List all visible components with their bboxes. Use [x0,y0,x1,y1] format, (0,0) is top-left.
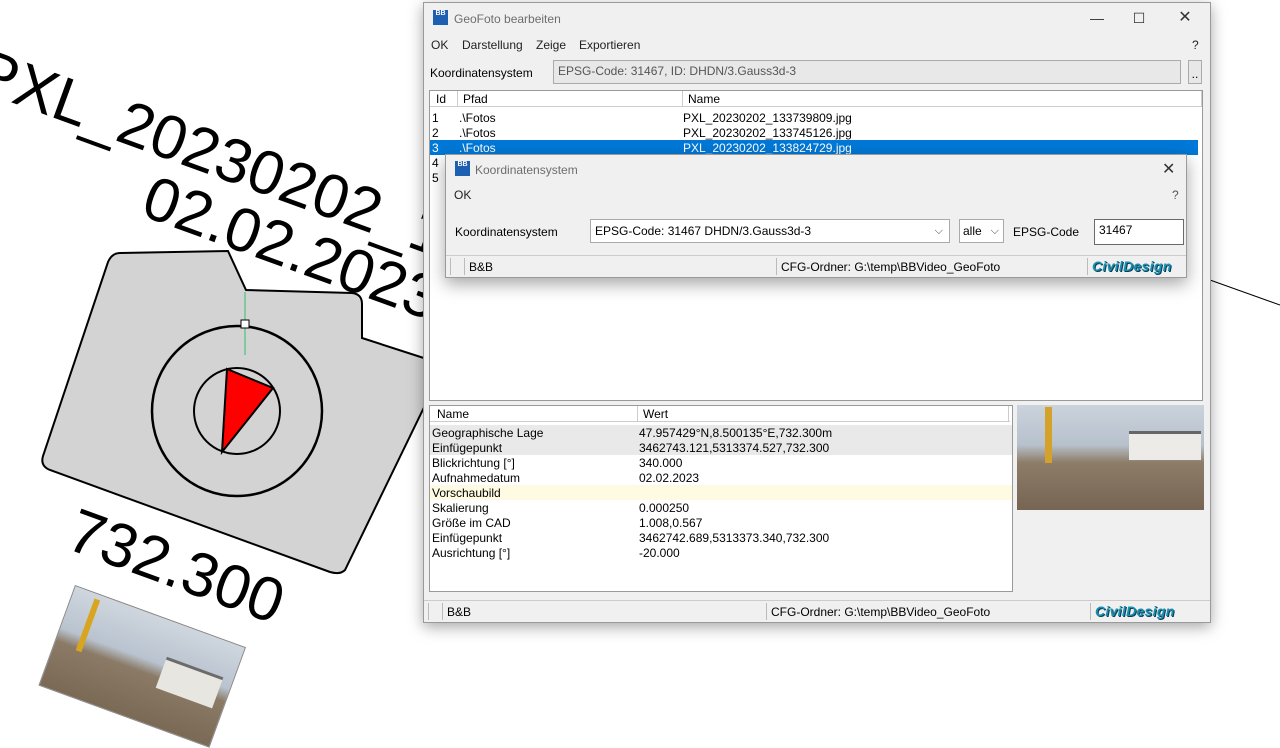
koordinatensystem-label: Koordinatensystem [430,66,533,80]
row-pfad: .\Fotos [459,111,496,125]
menu-exportieren[interactable]: Exportieren [579,38,640,52]
photo-preview-image [1017,405,1204,510]
building-shape [155,656,224,709]
property-name: Einfügepunkt [432,531,503,545]
row-pfad: .\Fotos [459,126,496,140]
dialog-close-button[interactable]: ✕ [1162,159,1175,179]
property-name: Ausrichtung [°] [432,546,511,560]
column-header-pfad[interactable]: Pfad [463,92,488,106]
epsg-code-label: EPSG-Code [1013,225,1080,239]
dialog-status-bar: B&B CFG-Ordner: G:\temp\BBVideo_GeoFoto … [446,255,1186,277]
property-row[interactable]: Blickrichtung [°] 340.000 [430,455,1012,470]
status-bar: B&B CFG-Ordner: G:\temp\BBVideo_GeoFoto … [424,600,1210,622]
file-list-row-selected[interactable]: 3 .\Fotos PXL_20230202_133824729.jpg [430,140,1198,155]
chevron-down-icon: ⌵ [990,225,999,237]
row-name: PXL_20230202_133824729.jpg [683,141,852,155]
property-row[interactable]: Einfügepunkt 3462743.121,5313374.527,732… [430,440,1012,455]
dialog-title: Koordinatensystem [475,163,578,177]
title-bar[interactable]: BB GeoFoto bearbeiten — ☐ ✕ [424,3,1210,33]
filter-value: alle [963,224,982,238]
building-shape [1129,431,1201,460]
property-name: Geographische Lage [432,426,544,440]
property-row[interactable]: Aufnahmedatum 02.02.2023 [430,470,1012,485]
property-grid[interactable]: Name Wert Geographische Lage 47.957429°N… [429,405,1013,592]
app-icon: BB [433,10,448,25]
civildesign-logo: CivilDesign [1095,603,1175,619]
column-header-name[interactable]: Name [688,92,720,106]
civildesign-logo: CivilDesign [1092,258,1172,274]
property-name: Einfügepunkt [432,441,503,455]
status-company: B&B [469,260,494,274]
property-name: Vorschaubild [432,486,501,500]
property-row[interactable]: Einfügepunkt 3462742.689,5313373.340,732… [430,530,1012,545]
row-id: 3 [432,141,439,155]
crane-shape [1045,407,1052,463]
column-header-name[interactable]: Name [437,407,469,421]
property-name: Aufnahmedatum [432,471,521,485]
dialog-menu-help[interactable]: ? [1172,188,1179,202]
coordinate-system-value: EPSG-Code: 31467 DHDN/3.Gauss3d-3 [595,224,812,238]
file-list-row[interactable]: 2 .\Fotos PXL_20230202_133745126.jpg [430,125,1198,140]
filter-select[interactable]: alle ⌵ [959,219,1004,243]
insertion-grip [240,319,250,329]
koordinatensystem-field: EPSG-Code: 31467, ID: DHDN/3.Gauss3d-3 [553,60,1181,84]
menu-ok[interactable]: OK [431,38,448,52]
menu-help[interactable]: ? [1192,38,1199,52]
column-header-id[interactable]: Id [436,92,446,106]
koordinatensystem-browse-button[interactable]: .. [1188,60,1202,84]
maximize-button[interactable]: ☐ [1124,8,1154,28]
property-value: 1.008,0.567 [639,516,703,530]
property-row[interactable]: Größe im CAD 1.008,0.567 [430,515,1012,530]
cad-line [1209,279,1280,306]
dialog-menu-ok[interactable]: OK [454,188,471,202]
property-value: -20.000 [639,546,680,560]
minimize-button[interactable]: — [1082,8,1112,28]
window-title: GeoFoto bearbeiten [454,12,561,26]
property-grid-header: Name Wert [430,406,1010,422]
property-row[interactable]: Geographische Lage 47.957429°N,8.500135°… [430,425,1012,440]
menu-zeige[interactable]: Zeige [536,38,566,52]
file-list-row[interactable]: 1 .\Fotos PXL_20230202_133739809.jpg [430,110,1198,125]
dialog-koordinatensystem-label: Koordinatensystem [455,225,558,239]
koordinatensystem-dialog: BB Koordinatensystem ✕ OK ? Koordinatens… [445,154,1187,278]
row-id: 5 [432,171,439,185]
status-cfg-folder: CFG-Ordner: G:\temp\BBVideo_GeoFoto [781,260,1001,274]
row-name: PXL_20230202_133739809.jpg [683,111,852,125]
property-value: 02.02.2023 [639,471,700,485]
row-pfad: .\Fotos [459,141,496,155]
app-icon: BB [455,161,470,176]
crane-shape [75,598,101,653]
chevron-down-icon: ⌵ [934,225,943,237]
file-list-header: Id Pfad Name [430,91,1202,107]
property-row[interactable]: Skalierung 0.000250 [430,500,1012,515]
row-id: 4 [432,156,439,170]
epsg-code-input[interactable]: 31467 [1094,219,1184,245]
coordinate-system-select[interactable]: EPSG-Code: 31467 DHDN/3.Gauss3d-3 ⌵ [590,219,950,243]
geofoto-window: BB GeoFoto bearbeiten — ☐ ✕ OK Darstellu… [423,2,1211,623]
property-row[interactable]: Vorschaubild [430,485,1012,500]
property-row[interactable]: Ausrichtung [°] -20.000 [430,545,1012,560]
row-id: 2 [432,126,439,140]
column-header-wert[interactable]: Wert [643,407,668,421]
property-value: 3462743.121,5313374.527,732.300 [639,441,830,455]
property-value: 3462742.689,5313373.340,732.300 [639,531,830,545]
menu-bar: OK Darstellung Zeige Exportieren ? [424,35,1210,55]
menu-darstellung[interactable]: Darstellung [462,38,523,52]
close-button[interactable]: ✕ [1170,8,1200,28]
property-value: 340.000 [639,456,683,470]
property-name: Blickrichtung [°] [432,456,515,470]
property-value: 47.957429°N,8.500135°E,732.300m [639,426,833,440]
status-company: B&B [447,605,472,619]
status-cfg-folder: CFG-Ordner: G:\temp\BBVideo_GeoFoto [771,605,991,619]
property-name: Skalierung [432,501,489,515]
property-value: 0.000250 [639,501,690,515]
row-name: PXL_20230202_133745126.jpg [683,126,852,140]
property-name: Größe im CAD [432,516,511,530]
row-id: 1 [432,111,439,125]
